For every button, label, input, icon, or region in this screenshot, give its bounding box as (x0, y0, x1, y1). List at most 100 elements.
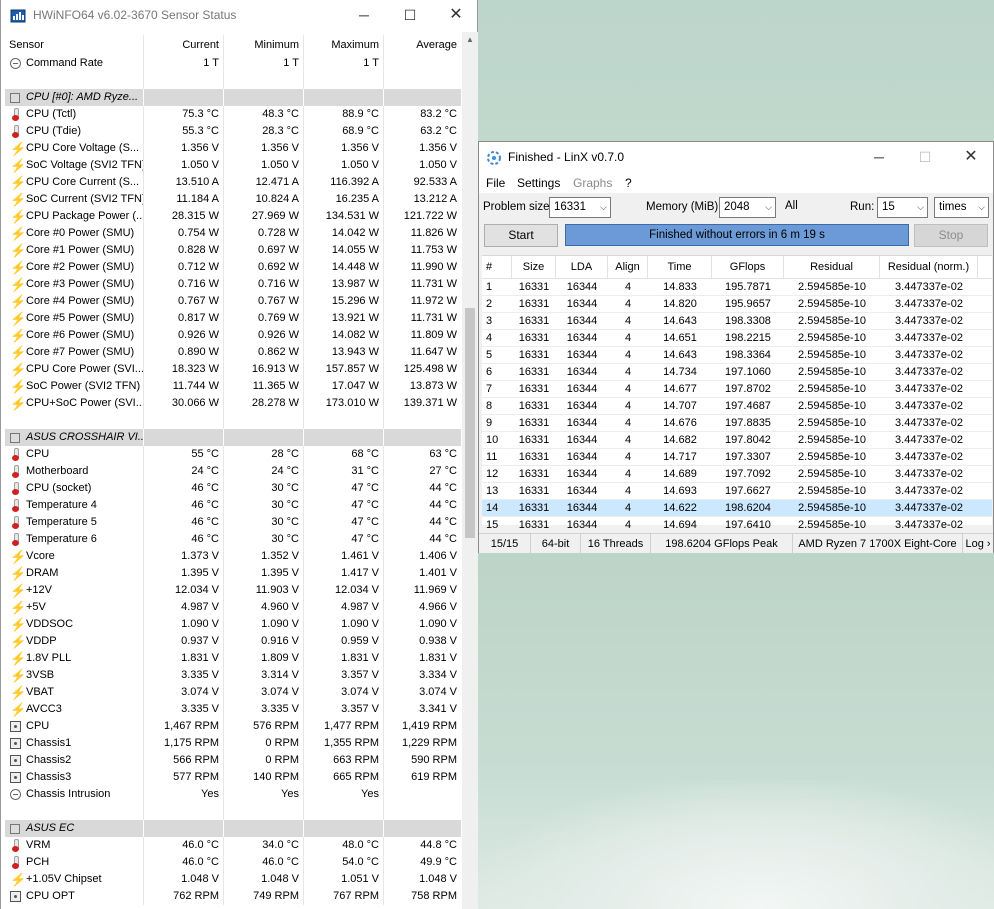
results-cell: 16331 (518, 502, 550, 514)
memory-combo[interactable]: 2048 ⌵ (719, 197, 776, 218)
sensor-row[interactable]: Motherboard 24 °C 24 °C 31 °C 27 °C (5, 463, 461, 480)
menu-graphs[interactable]: Graphs (573, 176, 612, 190)
sensor-row[interactable]: ⚡ CPU Core Voltage (S... 1.356 V 1.356 V 1.3… (5, 140, 461, 157)
hwinfo-titlebar[interactable]: HWiNFO64 v6.02-3670 Sensor Status ─ ☐ ✕ (1, 0, 477, 31)
column-header-average[interactable]: Average (383, 35, 461, 55)
results-column-header[interactable]: LDA (556, 256, 608, 278)
sensor-row[interactable]: ⚡ Core #2 Power (SMU) 0.712 W 0.692 W 14.448… (5, 259, 461, 276)
menu-file[interactable]: File (486, 176, 505, 190)
column-header-minimum[interactable]: Minimum (223, 35, 303, 55)
sensor-row[interactable]: Chassis1 1,175 RPM 0 RPM 1,355 RPM 1,229 RPM (5, 735, 461, 752)
results-column-header[interactable]: Size (512, 256, 556, 278)
run-count-combo[interactable]: 15 ⌵ (877, 197, 928, 218)
sensor-row[interactable]: ⚡ Vcore 1.373 V 1.352 V 1.461 V 1.406 V (5, 548, 461, 565)
column-header-maximum[interactable]: Maximum (303, 35, 383, 55)
minimize-button[interactable]: ─ (341, 0, 387, 31)
results-column-header[interactable]: Residual (norm.) (880, 256, 978, 278)
sensor-row[interactable]: ⚡ +5V 4.987 V 4.960 V 4.987 V 4.966 V (5, 599, 461, 616)
results-column-header[interactable]: Align (608, 256, 648, 278)
close-button[interactable]: ✕ (433, 0, 479, 31)
problem-size-combo[interactable]: 16331 ⌵ (549, 197, 611, 218)
results-row[interactable]: 5 16331 16344 4 14.643 198.3364 2.594585e-10 3.… (482, 347, 992, 364)
sensor-row[interactable]: ⚡ CPU Core Current (S... 13.510 A 12.471 A1… (5, 174, 461, 191)
sensor-row[interactable]: CPU (Tdie) 55.3 °C 28.3 °C 68.9 °C 63.2 °C (5, 123, 461, 140)
sensor-row[interactable]: ⚡ Core #1 Power (SMU) 0.828 W 0.697 W 14.055… (5, 242, 461, 259)
sensor-row[interactable]: PCH 46.0 °C 46.0 °C 54.0 °C 49.9 °C (5, 854, 461, 871)
results-row[interactable]: 13 16331 16344 4 14.693 197.6627 2.594585e-10 3… (482, 483, 992, 500)
results-row[interactable]: 9 16331 16344 4 14.676 197.8835 2.594585e-10 3.… (482, 415, 992, 432)
maximize-button[interactable]: ☐ (387, 0, 433, 31)
sensor-row[interactable]: CPU 55 °C 28 °C 68 °C 63 °C (5, 446, 461, 463)
all-memory-option[interactable]: All (785, 200, 798, 212)
sensor-row[interactable]: ⚡ SoC Current (SVI2 TFN) 11.184 A 10.824 A1… (5, 191, 461, 208)
sensor-group-header[interactable]: CPU [#0]: AMD Ryze... (5, 89, 461, 106)
sensor-current-value: 0.890 W (143, 344, 223, 361)
menu-help[interactable]: ? (625, 176, 632, 190)
scroll-up-arrow-icon[interactable]: ▲ (462, 32, 478, 48)
sensor-row[interactable]: ⚡ +12V 12.034 V 11.903 V 12.034 V 11.969 V (5, 582, 461, 599)
sensor-row[interactable]: Chassis Intrusion Yes Yes Yes (5, 786, 461, 803)
sensor-row[interactable]: ⚡ Core #0 Power (SMU) 0.754 W 0.728 W 14.042… (5, 225, 461, 242)
sensor-row[interactable]: VRM 46.0 °C 34.0 °C 48.0 °C 44.8 °C (5, 837, 461, 854)
column-header-current[interactable]: Current (143, 35, 223, 55)
sensor-group-header[interactable]: ASUS EC (5, 820, 461, 837)
sensor-row[interactable]: ⚡ VDDSOC 1.090 V 1.090 V 1.090 V 1.090 V (5, 616, 461, 633)
results-row[interactable]: 12 16331 16344 4 14.689 197.7092 2.594585e-10 3… (482, 466, 992, 483)
results-row[interactable]: 8 16331 16344 4 14.707 197.4687 2.594585e-10 3.… (482, 398, 992, 415)
results-row[interactable]: 1 16331 16344 4 14.833 195.7871 2.594585e-10 3.… (482, 279, 992, 296)
sensor-row[interactable]: ⚡ CPU+SoC Power (SVI... 30.066 W 28.278 W 17… (5, 395, 461, 412)
sensor-row[interactable]: Temperature 4 46 °C 30 °C 47 °C 44 °C (5, 497, 461, 514)
sensor-row[interactable]: Chassis2 566 RPM 0 RPM 663 RPM 590 RPM (5, 752, 461, 769)
sensor-row[interactable]: ⚡ +1.05V Chipset 1.048 V 1.048 V 1.051 V 1.04… (5, 871, 461, 888)
sensor-minimum-value: 1.395 V (223, 565, 303, 582)
results-column-header[interactable]: GFlops (712, 256, 784, 278)
results-column-header[interactable]: # (482, 256, 512, 278)
results-row[interactable]: 15 16331 16344 4 14.694 197.6410 2.594585e-10 3… (482, 517, 992, 534)
sensor-row[interactable]: CPU (socket) 46 °C 30 °C 47 °C 44 °C (5, 480, 461, 497)
results-row[interactable]: 14 16331 16344 4 14.622 198.6204 2.594585e-10 3… (482, 500, 992, 517)
sensor-row[interactable]: Command Rate 1 T1 T1 T (5, 55, 461, 72)
sensor-group-header[interactable]: ASUS CROSSHAIR VI... (5, 429, 461, 446)
sensor-row[interactable]: CPU (Tctl) 75.3 °C 48.3 °C 88.9 °C 83.2 °C (5, 106, 461, 123)
sensor-row[interactable]: ⚡ SoC Voltage (SVI2 TFN) 1.050 V 1.050 V 1.0… (5, 157, 461, 174)
column-header-sensor[interactable]: Sensor (5, 35, 143, 55)
sensor-row[interactable]: Temperature 5 46 °C 30 °C 47 °C 44 °C (5, 514, 461, 531)
log-button[interactable]: Log › (963, 534, 993, 554)
results-row[interactable]: 7 16331 16344 4 14.677 197.8702 2.594585e-10 3.… (482, 381, 992, 398)
sensor-row[interactable]: ⚡ CPU Package Power (... 28.315 W 27.969 W1… (5, 208, 461, 225)
linx-titlebar[interactable]: Finished - LinX v0.7.0 ─ ☐ ✕ (479, 142, 993, 173)
sensor-table-scrollbar[interactable]: ▲ (462, 32, 478, 909)
sensor-row[interactable]: CPU 1,467 RPM 576 RPM 1,477 RPM 1,419 RPM (5, 718, 461, 735)
sensor-row[interactable]: Chassis3 577 RPM 140 RPM 665 RPM 619 RPM (5, 769, 461, 786)
scrollbar-thumb[interactable] (465, 308, 475, 538)
run-unit-combo[interactable]: times ⌵ (934, 197, 989, 218)
sensor-row[interactable]: ⚡ VBAT 3.074 V 3.074 V 3.074 V 3.074 V (5, 684, 461, 701)
sensor-row[interactable]: CPU OPT 762 RPM 749 RPM 767 RPM 758 RPM (5, 888, 461, 905)
results-row[interactable]: 2 16331 16344 4 14.820 195.9657 2.594585e-10 3.… (482, 296, 992, 313)
sensor-row[interactable]: ⚡ SoC Power (SVI2 TFN) 11.744 W 11.365 W 17.… (5, 378, 461, 395)
results-column-header[interactable]: Time (648, 256, 712, 278)
results-row[interactable]: 6 16331 16344 4 14.734 197.1060 2.594585e-10 3.… (482, 364, 992, 381)
sensor-row[interactable]: ⚡ 1.8V PLL 1.831 V 1.809 V 1.831 V 1.831 V (5, 650, 461, 667)
results-row[interactable]: 11 16331 16344 4 14.717 197.3307 2.594585e-10 3… (482, 449, 992, 466)
sensor-row[interactable]: ⚡ Core #7 Power (SMU) 0.890 W 0.862 W 13.943… (5, 344, 461, 361)
results-column-header[interactable]: Residual (784, 256, 880, 278)
sensor-row[interactable]: Temperature 6 46 °C 30 °C 47 °C 44 °C (5, 531, 461, 548)
sensor-row[interactable]: ⚡ CPU Core Power (SVI... 18.323 W 16.913 W1… (5, 361, 461, 378)
problem-size-label: Problem size: (483, 201, 553, 213)
results-row[interactable]: 4 16331 16344 4 14.651 198.2215 2.594585e-10 3.… (482, 330, 992, 347)
sensor-row[interactable]: ⚡ 3VSB 3.335 V 3.314 V 3.357 V 3.334 V (5, 667, 461, 684)
linx-close-button[interactable]: ✕ (948, 142, 994, 173)
sensor-row[interactable]: ⚡ AVCC3 3.335 V 3.335 V 3.357 V 3.341 V (5, 701, 461, 718)
linx-minimize-button[interactable]: ─ (856, 142, 902, 173)
results-row[interactable]: 10 16331 16344 4 14.682 197.8042 2.594585e-10 3… (482, 432, 992, 449)
start-button[interactable]: Start (484, 224, 558, 247)
menu-settings[interactable]: Settings (517, 176, 560, 190)
sensor-row[interactable]: ⚡ Core #5 Power (SMU) 0.817 W 0.769 W 13.921… (5, 310, 461, 327)
results-row[interactable]: 3 16331 16344 4 14.643 198.3308 2.594585e-10 3.… (482, 313, 992, 330)
sensor-row[interactable]: ⚡ VDDP 0.937 V 0.916 V 0.959 V 0.938 V (5, 633, 461, 650)
sensor-row[interactable]: ⚡ Core #6 Power (SMU) 0.926 W 0.926 W 14.082… (5, 327, 461, 344)
sensor-row[interactable]: ⚡ DRAM 1.395 V 1.395 V 1.417 V 1.401 V (5, 565, 461, 582)
sensor-row[interactable]: ⚡ Core #4 Power (SMU) 0.767 W 0.767 W 15.296… (5, 293, 461, 310)
sensor-row[interactable]: ⚡ Core #3 Power (SMU) 0.716 W 0.716 W 13.987… (5, 276, 461, 293)
